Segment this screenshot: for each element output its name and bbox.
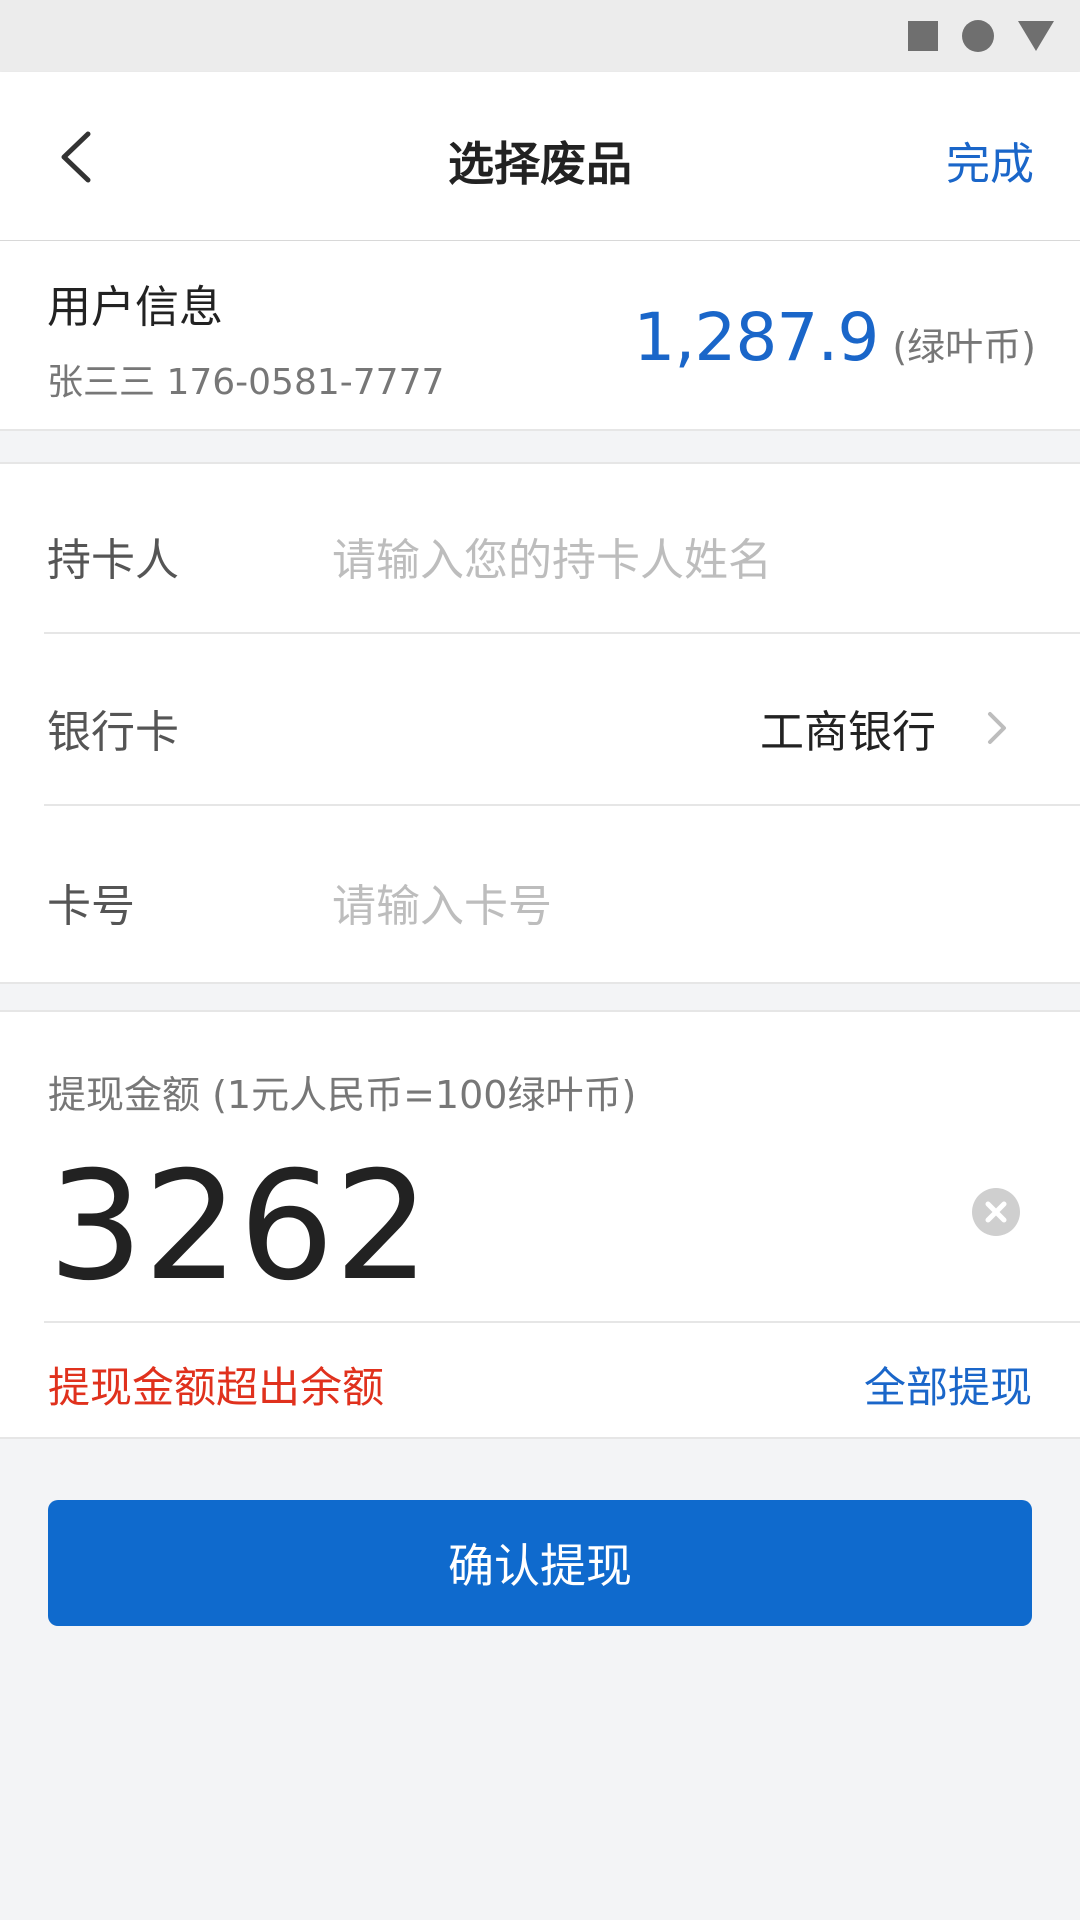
divider — [44, 1321, 1080, 1323]
status-square-icon — [908, 21, 938, 51]
card-number-row[interactable]: 卡号 请输入卡号 — [0, 810, 1080, 980]
confirm-withdraw-button[interactable]: 确认提现 — [48, 1500, 1032, 1626]
cardholder-input[interactable]: 请输入您的持卡人姓名 — [332, 524, 772, 588]
chevron-right-icon — [988, 712, 1006, 744]
status-triangle-icon — [1018, 21, 1054, 51]
amount-input[interactable]: 3262 — [48, 1152, 430, 1302]
card-number-label: 卡号 — [47, 881, 135, 932]
status-bar — [0, 0, 1080, 72]
card-number-input[interactable]: 请输入卡号 — [332, 870, 552, 934]
status-icons — [908, 20, 1054, 52]
user-info-card: 用户信息 张三三 176-0581-7777 1,287.9 (绿叶币) — [0, 241, 1080, 431]
status-circle-icon — [962, 20, 994, 52]
user-info-title: 用户信息 — [47, 282, 223, 333]
amount-label: 提现金额 (1元人民币=100绿叶币) — [48, 1073, 637, 1117]
close-circle-icon — [985, 1201, 1007, 1223]
nav-bar: 选择废品 完成 — [0, 72, 1080, 241]
balance: 1,287.9 (绿叶币) — [633, 299, 1036, 376]
amount-error: 提现金额超出余额 — [48, 1363, 385, 1412]
withdraw-amount-card: 提现金额 (1元人民币=100绿叶币) 3262 提现金额超出余额 全部提现 — [0, 1010, 1080, 1439]
clear-button[interactable] — [972, 1188, 1020, 1236]
divider — [44, 632, 1080, 634]
user-name-phone: 张三三 176-0581-7777 — [47, 362, 445, 403]
balance-value: 1,287.9 — [633, 299, 879, 376]
bank-form: 持卡人 请输入您的持卡人姓名 银行卡 工商银行 卡号 请输入卡号 — [0, 462, 1080, 984]
cardholder-label: 持卡人 — [47, 535, 179, 586]
withdraw-all-button[interactable]: 全部提现 — [864, 1354, 1032, 1415]
divider — [44, 804, 1080, 806]
page-title: 选择废品 — [448, 137, 632, 191]
bank-value[interactable]: 工商银行 — [760, 696, 936, 760]
balance-unit: (绿叶币) — [892, 325, 1036, 369]
bank-row[interactable]: 银行卡 工商银行 — [0, 636, 1080, 806]
cardholder-row[interactable]: 持卡人 请输入您的持卡人姓名 — [0, 464, 1080, 634]
done-button[interactable]: 完成 — [946, 128, 1034, 192]
bank-label: 银行卡 — [47, 707, 179, 758]
